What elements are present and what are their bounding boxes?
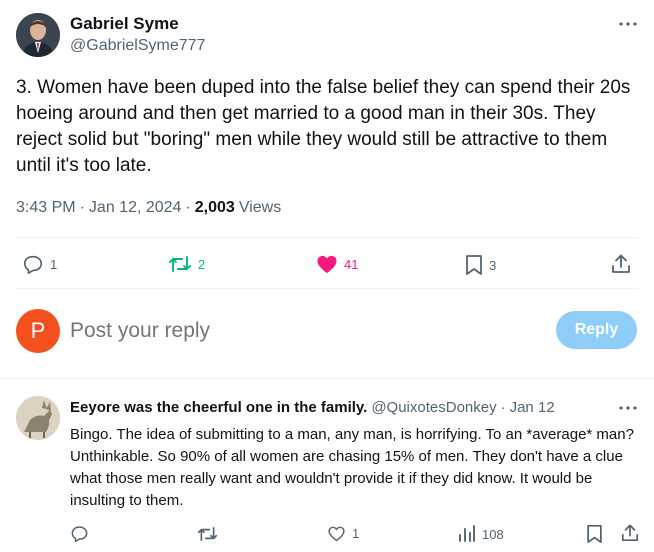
author-avatar[interactable] bbox=[16, 13, 60, 57]
reply-icon bbox=[23, 255, 43, 274]
comment-author-name[interactable]: Eeyore was the cheerful one in the famil… bbox=[70, 399, 367, 416]
tweet-time[interactable]: 3:43 PM bbox=[16, 199, 76, 217]
repost-icon bbox=[197, 527, 218, 541]
comment-like-button[interactable]: 1 bbox=[327, 525, 359, 542]
meta-separator: · bbox=[500, 399, 506, 416]
tweet-meta: 3:43 PM · Jan 12, 2024 · 2,003 Views bbox=[16, 199, 281, 217]
reply-submit-button[interactable]: Reply bbox=[556, 311, 637, 349]
comment-repost-button[interactable] bbox=[197, 525, 218, 543]
author-handle[interactable]: @GabrielSyme777 bbox=[70, 37, 205, 55]
reply-input[interactable] bbox=[70, 314, 540, 348]
repost-count: 2 bbox=[198, 256, 206, 272]
repost-button[interactable]: 2 bbox=[168, 254, 205, 274]
comment-like-count: 1 bbox=[352, 526, 360, 541]
comment-views-button[interactable]: 108 bbox=[458, 525, 504, 543]
share-icon bbox=[612, 254, 630, 273]
comment-views-count: 108 bbox=[482, 526, 504, 542]
tweet-text: 3. Women have been duped into the false … bbox=[16, 77, 631, 176]
divider bbox=[0, 378, 654, 379]
bookmark-icon bbox=[466, 255, 482, 275]
reply-button[interactable]: 1 bbox=[22, 253, 57, 275]
tweet-date[interactable]: Jan 12, 2024 bbox=[89, 199, 182, 217]
author-name[interactable]: Gabriel Syme bbox=[70, 14, 179, 34]
comment-share-button[interactable] bbox=[621, 523, 639, 543]
heart-icon bbox=[317, 255, 337, 274]
like-count: 41 bbox=[344, 256, 359, 272]
user-avatar[interactable]: P bbox=[16, 309, 60, 353]
more-options-icon[interactable] bbox=[617, 14, 639, 34]
reply-icon bbox=[71, 526, 88, 543]
meta-separator: · bbox=[79, 199, 85, 216]
heart-outline-icon bbox=[328, 526, 345, 542]
repost-icon bbox=[169, 256, 191, 272]
like-button[interactable]: 41 bbox=[316, 254, 358, 274]
comment-bookmark-button[interactable] bbox=[586, 524, 603, 544]
share-icon bbox=[621, 524, 639, 542]
share-button[interactable] bbox=[611, 253, 631, 275]
comment-header: Eeyore was the cheerful one in the famil… bbox=[70, 399, 555, 416]
bookmark-count: 3 bbox=[489, 257, 497, 273]
analytics-icon bbox=[459, 525, 475, 542]
comment-reply-button[interactable] bbox=[70, 524, 89, 543]
bookmark-button[interactable]: 3 bbox=[465, 254, 496, 276]
views-label: Views bbox=[238, 199, 282, 216]
views-count: 2,003 bbox=[194, 199, 235, 216]
more-options-icon[interactable] bbox=[617, 398, 639, 418]
meta-separator: · bbox=[185, 199, 191, 216]
divider bbox=[16, 288, 638, 289]
comment-text: Bingo. The idea of submitting to a man, … bbox=[70, 426, 634, 509]
bookmark-icon bbox=[587, 524, 602, 544]
divider bbox=[16, 237, 638, 238]
comment-author-avatar[interactable] bbox=[16, 396, 60, 440]
comment-date[interactable]: Jan 12 bbox=[510, 399, 555, 416]
reply-count: 1 bbox=[50, 256, 58, 272]
comment-author-handle[interactable]: @QuixotesDonkey bbox=[371, 399, 496, 416]
